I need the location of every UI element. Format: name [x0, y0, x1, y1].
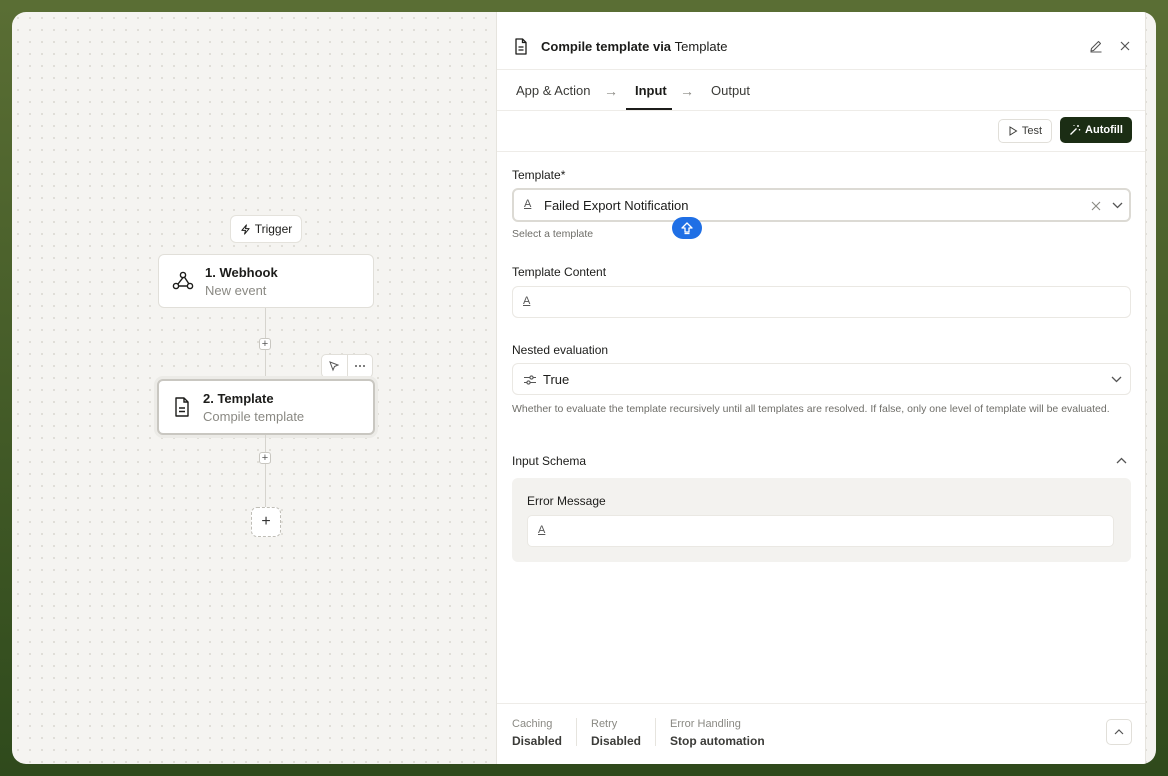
drag-handle-badge[interactable]: [672, 217, 702, 239]
close-icon[interactable]: [1119, 40, 1131, 52]
chevron-up-icon: [1114, 729, 1124, 735]
template-select[interactable]: A Failed Export Notification: [512, 188, 1131, 222]
nested-evaluation-value: True: [543, 372, 570, 387]
caching-value: Disabled: [512, 734, 563, 748]
step-config-panel: Compile template via Template App & Acti…: [496, 12, 1146, 764]
panel-footer: Caching Disabled Retry Disabled Error Ha…: [497, 703, 1145, 764]
magic-wand-icon: [1070, 125, 1081, 135]
template-content-label: Template Content: [512, 265, 607, 279]
node-title: 1. Webhook: [205, 264, 278, 280]
template-label: Template*: [512, 168, 566, 182]
nested-evaluation-select[interactable]: True: [512, 363, 1131, 395]
input-schema-label: Input Schema: [512, 454, 587, 468]
panel-toolbar: Test Autofill: [497, 111, 1145, 152]
edit-icon[interactable]: [1089, 39, 1103, 53]
trigger-label: Trigger: [254, 222, 293, 236]
template-node[interactable]: 2. Template Compile template: [157, 379, 375, 435]
arrow-up-icon: [681, 222, 693, 235]
panel-header: Compile template via Template: [497, 12, 1145, 70]
chevron-down-icon[interactable]: [1111, 376, 1122, 383]
add-step-button[interactable]: +: [259, 338, 271, 350]
document-icon: [175, 397, 189, 417]
node-subtitle: New event: [205, 282, 267, 298]
trigger-pill[interactable]: Trigger: [230, 215, 302, 243]
connector-line: [265, 435, 266, 507]
chevron-up-icon[interactable]: [1116, 457, 1127, 464]
autofill-button[interactable]: Autofill: [1060, 117, 1132, 143]
tab-app-action[interactable]: App & Action: [516, 83, 590, 98]
arrow-right-icon: →: [680, 83, 694, 99]
error-handling-label: Error Handling: [670, 718, 741, 730]
active-tab-indicator: [626, 108, 672, 110]
panel-title-app: Template: [674, 39, 728, 54]
expand-footer-button[interactable]: [1106, 719, 1132, 745]
template-content-input[interactable]: A: [512, 286, 1131, 318]
clear-icon[interactable]: [1091, 201, 1101, 211]
node-toolbar: [321, 354, 373, 378]
error-handling-setting[interactable]: Error Handling Stop automation: [670, 718, 765, 748]
retry-label: Retry: [591, 718, 618, 730]
more-icon: [354, 365, 365, 367]
webhook-icon: [172, 271, 194, 290]
text-type-icon: A: [538, 524, 546, 536]
test-button[interactable]: Test: [998, 119, 1052, 143]
play-icon: [1009, 126, 1018, 136]
footer-divider: [576, 718, 577, 746]
input-schema-section: Error Message A: [512, 478, 1131, 562]
node-subtitle: Compile template: [203, 408, 305, 424]
template-hint: Select a template: [512, 228, 594, 240]
app-frame: Trigger 1. Webhook New event + 2. Templa…: [12, 12, 1156, 764]
template-select-value: Failed Export Notification: [544, 198, 689, 213]
nested-evaluation-hint: Whether to evaluate the template recursi…: [512, 403, 1110, 415]
error-message-label: Error Message: [527, 494, 606, 508]
footer-divider: [655, 718, 656, 746]
retry-value: Disabled: [591, 734, 642, 748]
text-type-icon: A: [523, 295, 531, 307]
webhook-node[interactable]: 1. Webhook New event: [158, 254, 374, 308]
tab-output[interactable]: Output: [711, 83, 750, 98]
autofill-label: Autofill: [1085, 124, 1123, 136]
retry-setting[interactable]: Retry Disabled: [591, 718, 641, 748]
document-icon: [515, 38, 527, 55]
add-node-button[interactable]: +: [251, 507, 281, 537]
test-label: Test: [1021, 125, 1043, 137]
panel-tabs: App & Action → Input → Output: [497, 70, 1145, 111]
node-title: 2. Template: [203, 390, 274, 406]
run-step-button[interactable]: [322, 355, 348, 377]
toggle-options-icon: [524, 375, 536, 385]
error-handling-value: Stop automation: [670, 734, 765, 748]
text-type-icon: A: [524, 198, 532, 210]
add-step-button[interactable]: +: [259, 452, 271, 464]
more-options-button[interactable]: [348, 355, 373, 377]
panel-title-action: Compile template via: [541, 39, 672, 54]
tab-input[interactable]: Input: [635, 83, 667, 98]
arrow-right-icon: →: [604, 83, 618, 99]
panel-title: Compile template via Template: [541, 39, 727, 54]
caching-label: Caching: [512, 718, 553, 730]
chevron-down-icon[interactable]: [1112, 202, 1123, 209]
cursor-icon: [329, 361, 340, 372]
lightning-icon: [241, 223, 250, 235]
caching-setting[interactable]: Caching Disabled: [512, 718, 562, 748]
nested-evaluation-label: Nested evaluation: [512, 343, 609, 357]
error-message-input[interactable]: A: [527, 515, 1114, 547]
